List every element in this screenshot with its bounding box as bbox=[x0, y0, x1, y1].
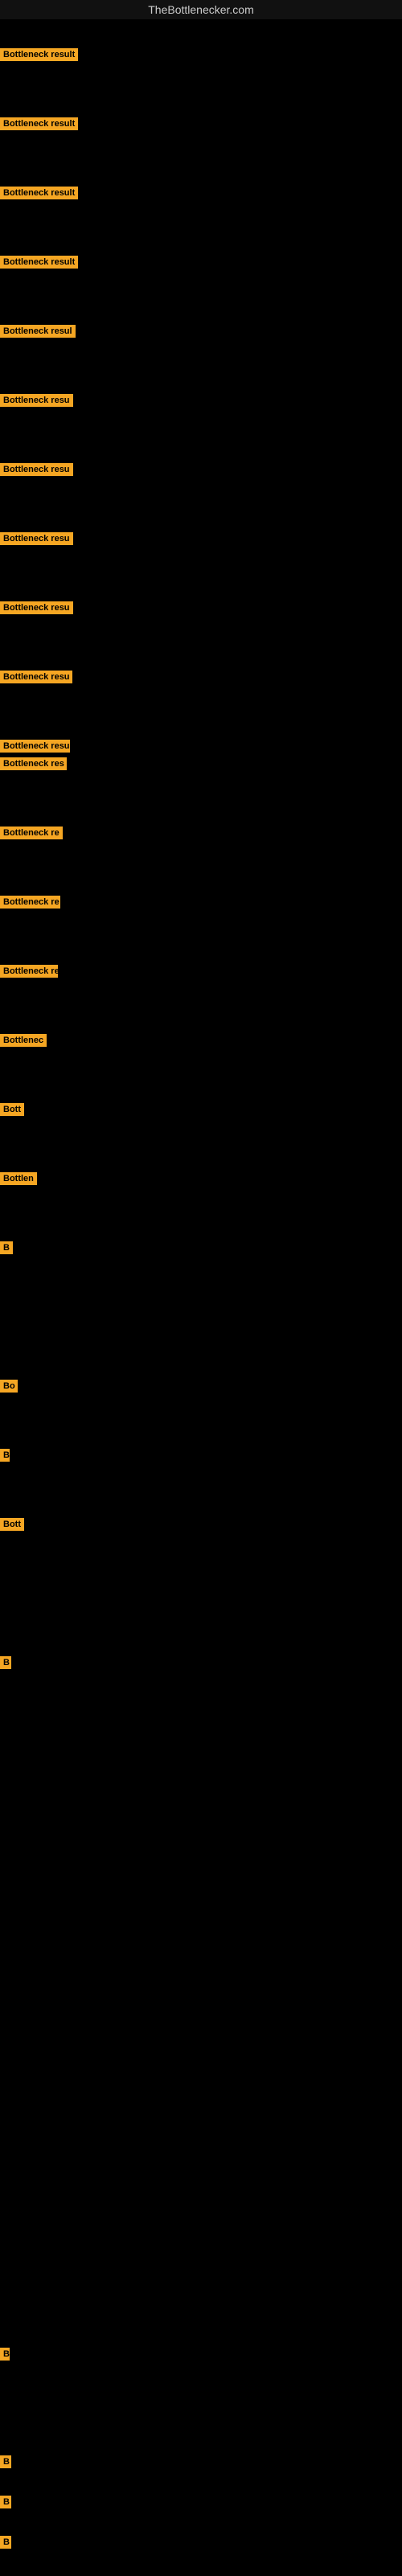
result-badge: B bbox=[0, 2536, 11, 2549]
result-item: Bottleneck re bbox=[0, 965, 58, 982]
result-item: Bottleneck res bbox=[0, 757, 67, 774]
result-item: Bottleneck result bbox=[0, 117, 78, 134]
result-item: Bottlen bbox=[0, 1172, 37, 1189]
result-badge: B bbox=[0, 1449, 10, 1462]
result-badge: Bott bbox=[0, 1103, 24, 1116]
result-badge: Bottlenec bbox=[0, 1034, 47, 1047]
result-badge: Bottleneck resu bbox=[0, 532, 73, 545]
result-badge: Bottleneck resu bbox=[0, 740, 70, 753]
result-badge: Bo bbox=[0, 1380, 18, 1393]
result-item: Bottleneck re bbox=[0, 896, 60, 913]
result-item: B bbox=[0, 2455, 11, 2472]
result-item: Bottleneck result bbox=[0, 187, 78, 203]
result-badge: Bottleneck result bbox=[0, 187, 78, 199]
result-item: Bottleneck resu bbox=[0, 463, 73, 480]
result-badge: B bbox=[0, 2496, 11, 2508]
result-item: Bott bbox=[0, 1518, 24, 1535]
results-container: Bottleneck result Bottleneck result Bottle… bbox=[0, 19, 402, 2576]
result-item: Bottleneck resu bbox=[0, 671, 72, 687]
result-item: B bbox=[0, 2536, 11, 2553]
result-item: Bo bbox=[0, 1380, 18, 1397]
result-item: B bbox=[0, 2348, 10, 2365]
result-item: Bottleneck resul bbox=[0, 325, 76, 342]
result-item: B bbox=[0, 1656, 11, 1673]
site-title: TheBottlenecker.com bbox=[0, 0, 402, 19]
result-badge: Bottleneck resu bbox=[0, 671, 72, 683]
result-badge: Bottleneck resul bbox=[0, 325, 76, 338]
result-badge: B bbox=[0, 2348, 10, 2361]
result-badge: Bottleneck re bbox=[0, 827, 63, 839]
result-badge: Bottleneck resu bbox=[0, 601, 73, 614]
result-item: B bbox=[0, 1241, 13, 1258]
result-item: Bott bbox=[0, 1103, 24, 1120]
result-badge: Bottleneck res bbox=[0, 757, 67, 770]
result-badge: B bbox=[0, 1656, 11, 1669]
result-badge: B bbox=[0, 2455, 11, 2468]
result-item: Bottleneck result bbox=[0, 256, 78, 273]
result-badge: Bottlen bbox=[0, 1172, 37, 1185]
result-badge: Bottleneck re bbox=[0, 965, 58, 978]
result-item: B bbox=[0, 1449, 10, 1466]
result-badge: Bottleneck result bbox=[0, 48, 78, 61]
result-item: Bottleneck resu bbox=[0, 532, 73, 549]
result-badge: B bbox=[0, 1241, 13, 1254]
result-badge: Bott bbox=[0, 1518, 24, 1531]
result-item: B bbox=[0, 2496, 11, 2512]
result-item: Bottleneck resu bbox=[0, 601, 73, 618]
result-badge: Bottleneck result bbox=[0, 256, 78, 269]
result-badge: Bottleneck re bbox=[0, 896, 60, 909]
result-item: Bottlenec bbox=[0, 1034, 47, 1051]
result-badge: Bottleneck resu bbox=[0, 394, 73, 407]
result-badge: Bottleneck resu bbox=[0, 463, 73, 476]
result-badge: Bottleneck result bbox=[0, 117, 78, 130]
result-item: Bottleneck resu bbox=[0, 394, 73, 411]
result-item: Bottleneck re bbox=[0, 827, 63, 843]
result-item: Bottleneck resu bbox=[0, 740, 70, 757]
result-item: Bottleneck result bbox=[0, 48, 78, 65]
